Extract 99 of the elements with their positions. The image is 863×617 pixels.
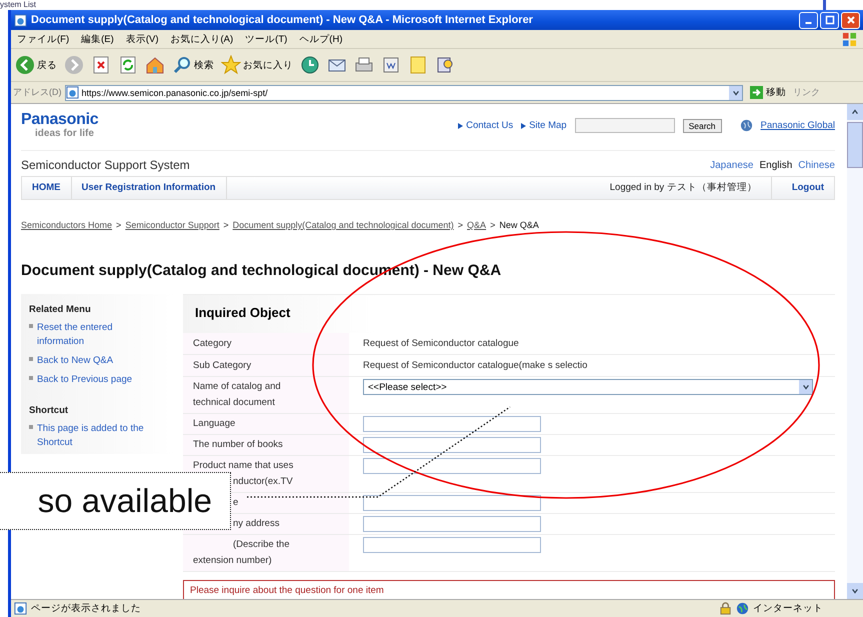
field-label: Category <box>193 336 233 350</box>
field-label: nductor(ex.TV <box>232 475 294 489</box>
field-label: Name of catalog and <box>193 380 282 394</box>
address-label: アドレス(D) <box>13 86 62 99</box>
field-label: Product name that uses <box>193 459 294 473</box>
refresh-icon[interactable] <box>118 55 138 75</box>
windows-flag-icon <box>842 32 857 46</box>
field-value: Request of Semiconductor catalogue <box>363 337 519 351</box>
header-link[interactable]: Contact Us <box>466 120 514 131</box>
close-icon <box>846 15 856 25</box>
dropdown-caret-icon[interactable] <box>729 86 742 100</box>
site-search-field[interactable] <box>574 118 675 133</box>
sidebar-link[interactable]: Back to Previous page <box>37 373 155 387</box>
path-separator: > <box>223 220 229 230</box>
current-page-title: New Q&A <box>499 220 539 230</box>
triangle-bullet-icon <box>458 122 464 128</box>
sidebar-heading: Shortcut <box>29 405 70 416</box>
language-link[interactable]: Japanese <box>710 160 754 170</box>
field-label: extension number) <box>193 554 273 568</box>
input-field[interactable] <box>363 437 541 453</box>
home-icon[interactable] <box>145 55 165 75</box>
menu-item[interactable]: 編集(E) <box>81 32 114 46</box>
breadcrumb-link[interactable]: Q&A <box>467 220 486 230</box>
page-icon <box>66 86 78 99</box>
star-icon <box>221 55 241 75</box>
window-list-text: ystem List <box>0 0 36 9</box>
sidebar-heading: Related Menu <box>29 304 92 315</box>
breadcrumb-link[interactable]: Semiconductors Home <box>21 220 112 230</box>
menu-item[interactable]: ヘルプ(H) <box>299 32 342 46</box>
global-link[interactable]: Panasonic Global <box>760 120 835 131</box>
research-icon[interactable] <box>435 55 455 75</box>
language-link[interactable]: English <box>759 160 792 170</box>
search-icon <box>172 55 192 75</box>
sidebar-link[interactable]: This page is added to the Shortcut <box>37 422 155 450</box>
field-label: Sub Category <box>193 358 252 372</box>
menu-item[interactable]: ファイル(F) <box>17 32 70 46</box>
path-separator: > <box>116 220 122 230</box>
menu-item[interactable]: お気に入り(A) <box>170 32 234 46</box>
field-label: (Describe the <box>232 538 290 552</box>
input-field[interactable] <box>363 416 541 432</box>
input-field[interactable] <box>363 458 541 474</box>
path-separator: > <box>458 220 464 230</box>
site-search-button[interactable]: Search <box>682 118 722 132</box>
nav-item[interactable]: User Registration Information <box>72 177 227 199</box>
globe-icon <box>740 119 753 132</box>
field-label: ny address <box>232 517 280 531</box>
field-label: technical document <box>193 396 276 410</box>
tagline: ideas for life <box>34 128 95 139</box>
system-title: Semiconductor Support System <box>21 158 190 172</box>
stop-icon[interactable] <box>91 55 111 75</box>
go-button[interactable]: 移動 <box>746 86 790 99</box>
close-button[interactable] <box>841 12 860 28</box>
callout-text: so available <box>38 482 212 520</box>
maximize-button[interactable] <box>820 12 839 28</box>
brand-logo[interactable]: Panasonic <box>21 112 98 128</box>
input-field[interactable] <box>363 495 541 511</box>
nav-item[interactable]: HOME <box>22 177 72 199</box>
language-link[interactable]: Chinese <box>798 160 835 170</box>
scroll-bar[interactable] <box>847 104 863 599</box>
notice-text: Please inquire about the question for one item <box>190 585 385 597</box>
field-value: Request of Semiconductor catalogue(make s selectio <box>363 359 588 373</box>
minimize-button[interactable] <box>799 12 818 28</box>
search-button[interactable]: 検索 <box>172 55 214 75</box>
address-field[interactable]: https://www.semicon.panasonic.co.jp/semi-spt/ <box>64 84 743 100</box>
security-zone-text: インターネット <box>753 602 823 615</box>
history-icon[interactable] <box>300 55 320 75</box>
bullet-icon <box>29 425 33 429</box>
arrow-icon <box>750 86 763 99</box>
catalog-dropdown[interactable]: <<Please select>> <box>363 379 813 395</box>
maximize-icon <box>824 15 834 25</box>
field-label: Language <box>193 417 236 431</box>
breadcrumb-link[interactable]: Semiconductor Support <box>125 220 220 230</box>
header-link[interactable]: Site Map <box>529 120 567 131</box>
input-field[interactable] <box>363 516 541 532</box>
input-field[interactable] <box>363 537 541 553</box>
breadcrumb-link[interactable]: Document supply(Catalog and technological document) <box>232 220 454 230</box>
field-label: The number of books <box>193 438 284 452</box>
bullet-icon <box>29 376 33 380</box>
page-icon <box>14 602 27 615</box>
menu-item[interactable]: ツール(T) <box>245 32 288 46</box>
window-title: Document supply(Catalog and technological document) - New Q&A - Microsoft Internet Explorer <box>31 14 534 26</box>
bullet-icon <box>29 357 33 361</box>
sidebar-link[interactable]: Back to New Q&A <box>37 354 155 368</box>
page-icon <box>14 14 27 26</box>
word-document-icon[interactable] <box>381 55 401 75</box>
minimize-icon <box>805 22 812 24</box>
logged-in-text: Logged in by テスト（事村管理） <box>610 177 772 199</box>
lock-icon <box>719 602 732 615</box>
status-text: ページが表示されました <box>31 602 141 615</box>
path-separator: > <box>490 220 496 230</box>
menu-item[interactable]: 表示(V) <box>126 32 158 46</box>
favorites-button[interactable]: お気に入り <box>221 55 293 75</box>
dropdown-caret-icon[interactable] <box>799 380 812 394</box>
triangle-bullet-icon <box>521 122 526 128</box>
globe-icon <box>736 602 749 615</box>
sidebar-link[interactable]: Reset the entered information <box>37 321 155 349</box>
logout-link[interactable]: Logout <box>772 177 834 199</box>
back-button[interactable]: 戻る <box>15 55 57 75</box>
bullet-icon <box>29 324 33 328</box>
